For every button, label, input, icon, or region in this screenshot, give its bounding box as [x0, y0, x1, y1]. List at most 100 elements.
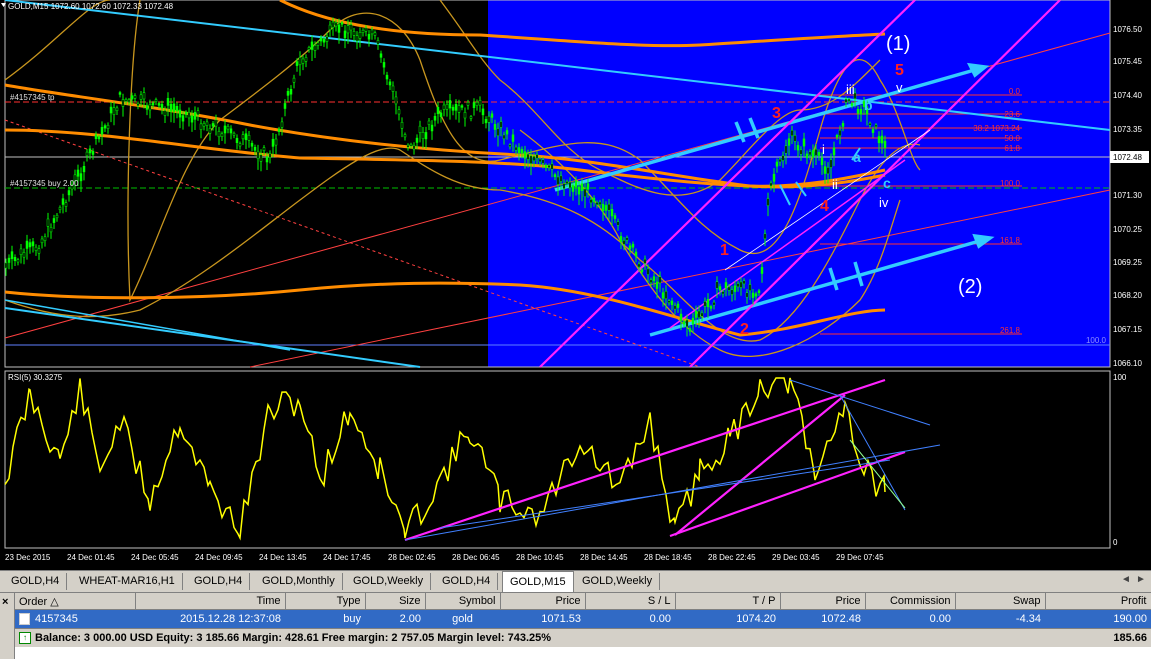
rsi-magenta-trendlines[interactable]: [404, 378, 906, 542]
price-tick-label: 1075.45: [1113, 57, 1142, 66]
candle-body: [247, 134, 251, 141]
candle-body: [712, 302, 716, 306]
candle-body: [595, 202, 599, 206]
candle-body: [826, 167, 830, 175]
wave-label-a: a: [853, 149, 861, 165]
tab-gold-monthly[interactable]: GOLD,Monthly: [255, 573, 343, 590]
candle-body: [658, 276, 662, 284]
tab-wheat-h1[interactable]: WHEAT-MAR16,H1: [72, 573, 183, 590]
col-type[interactable]: Type: [285, 593, 366, 610]
fib-100: 100.0: [1000, 179, 1021, 188]
candle-body: [751, 292, 755, 298]
cell-current-price: 1072.48: [780, 609, 865, 629]
tab-gold-h4-2[interactable]: GOLD,H4: [187, 573, 251, 590]
candle-body: [205, 121, 209, 126]
candle-body: [226, 126, 230, 130]
current-price-label: 1072.48: [1113, 153, 1142, 162]
tab-gold-h4[interactable]: GOLD,H4: [4, 573, 68, 590]
candle-body: [547, 165, 551, 168]
candle-body: [481, 108, 485, 116]
candle-body: [436, 106, 440, 115]
time-tick-label: 24 Dec 13:45: [259, 553, 307, 562]
wave-label-r2: 2: [740, 321, 749, 338]
candle-body: [706, 299, 710, 308]
col-price[interactable]: Price: [500, 593, 586, 610]
candle-body: [115, 107, 119, 111]
candle-body: [730, 289, 734, 295]
candle-body: [808, 151, 812, 156]
fib-382: 38.2 1073.24: [973, 124, 1020, 133]
candle-body: [793, 135, 797, 142]
wave-label-r1: 1: [720, 242, 729, 259]
candle-body: [625, 237, 629, 241]
candle-body: [319, 37, 323, 42]
col-swap[interactable]: Swap: [955, 593, 1046, 610]
candle-body: [700, 312, 704, 317]
price-chart[interactable]: (1) (2) 5 3 4 1 2 iii v i ii iv a b c 0.…: [0, 0, 1151, 570]
candle-body: [529, 155, 533, 164]
candle-body: [46, 218, 50, 227]
cell-order: 4157345: [35, 612, 78, 625]
chart-header: GOLD,M15 1072.60 1072.60 1072.33 1072.48: [8, 2, 174, 11]
candle-body: [280, 121, 284, 128]
candle-body: [268, 153, 272, 158]
candle-body: [721, 291, 725, 295]
chart-window[interactable]: (1) (2) 5 3 4 1 2 iii v i ii iv a b c 0.…: [0, 0, 1151, 570]
candle-body: [16, 259, 20, 263]
candle-body: [388, 81, 392, 86]
candle-body: [76, 169, 80, 177]
wave-label-3: 3: [772, 105, 781, 122]
candle-body: [271, 138, 275, 147]
tab-scroll-left-icon[interactable]: ◄: [1121, 574, 1131, 585]
tab-scroll-right-icon[interactable]: ►: [1136, 574, 1146, 585]
col-sl[interactable]: S / L: [585, 593, 676, 610]
col-size[interactable]: Size: [365, 593, 426, 610]
wave-label-5: 5: [895, 62, 904, 79]
fib-236: 23.6: [1004, 110, 1020, 119]
tab-gold-weekly-2[interactable]: GOLD,Weekly: [575, 573, 661, 590]
candle-body: [442, 104, 446, 110]
candle-body: [265, 156, 269, 163]
candle-body: [391, 85, 395, 92]
col-time[interactable]: Time: [135, 593, 286, 610]
candle-body: [589, 199, 593, 204]
table-row[interactable]: 4157345 2015.12.28 12:37:08 buy 2.00 gol…: [15, 609, 1151, 629]
candle-body: [859, 108, 863, 115]
candle-body: [286, 91, 290, 96]
candle-body: [367, 34, 371, 40]
col-order[interactable]: Order △: [15, 593, 136, 610]
buy-order-label: #4157345 buy 2.00: [10, 179, 79, 188]
col-current-price[interactable]: Price: [780, 593, 866, 610]
candle-body: [598, 201, 602, 205]
col-commission[interactable]: Commission: [865, 593, 956, 610]
candle-body: [304, 57, 308, 62]
candle-body: [451, 106, 455, 111]
candle-body: [583, 188, 587, 197]
time-tick-label: 23 Dec 2015: [5, 553, 51, 562]
col-symbol[interactable]: Symbol: [425, 593, 501, 610]
tab-gold-m15[interactable]: GOLD,M15: [502, 571, 574, 592]
candle-body: [316, 42, 320, 46]
candle-body: [757, 290, 761, 294]
col-profit[interactable]: Profit: [1045, 593, 1151, 610]
candle-body: [67, 190, 71, 196]
candle-body: [646, 268, 650, 275]
wave-label-iii: iii: [846, 82, 855, 97]
cell-tp: 1074.20: [675, 609, 780, 629]
candle-body: [604, 205, 608, 211]
candle-body: [262, 147, 266, 151]
candle-body: [493, 123, 497, 130]
candle-body: [763, 233, 767, 239]
close-icon[interactable]: ×: [2, 596, 8, 608]
candle-body: [151, 102, 155, 106]
tab-gold-weekly[interactable]: GOLD,Weekly: [346, 573, 432, 590]
candle-body: [775, 161, 779, 167]
col-tp[interactable]: T / P: [675, 593, 781, 610]
candle-body: [94, 134, 98, 140]
candle-body: [541, 159, 545, 164]
candle-body: [790, 130, 794, 137]
candle-body: [79, 173, 83, 182]
candle-body: [109, 106, 113, 114]
tab-gold-h4-3[interactable]: GOLD,H4: [435, 573, 499, 590]
candle-body: [202, 123, 206, 127]
